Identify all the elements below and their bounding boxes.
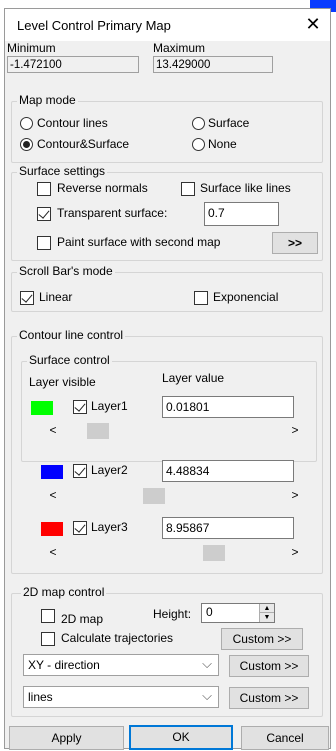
surface-settings-title: Surface settings: [17, 164, 108, 178]
layer1-color-swatch[interactable]: [31, 401, 53, 415]
layer-value-header: Layer value: [162, 371, 225, 385]
height-spinner-buttons[interactable]: ▲ ▼: [259, 604, 274, 622]
transparent-surface-label[interactable]: Transparent surface:: [57, 206, 167, 220]
linear-checkbox[interactable]: [20, 291, 34, 305]
exponencial-checkbox[interactable]: [194, 291, 208, 305]
radio-contour-surface-label[interactable]: Contour&Surface: [37, 137, 129, 151]
radio-contour-lines-label[interactable]: Contour lines: [37, 116, 108, 130]
layer2-scrollbar[interactable]: < >: [31, 487, 307, 505]
paint-second-map-label[interactable]: Paint surface with second map: [57, 235, 220, 249]
type-combo-value[interactable]: lines: [28, 690, 53, 704]
layer1-scrollbar[interactable]: < >: [31, 422, 307, 440]
direction-combo-value[interactable]: XY - direction: [28, 658, 100, 672]
reverse-normals-checkbox[interactable]: [37, 182, 51, 196]
radio-surface-label[interactable]: Surface: [208, 116, 249, 130]
radio-none[interactable]: [192, 138, 205, 151]
surface-control-title: Surface control: [27, 353, 112, 367]
dialog-title: Level Control Primary Map: [17, 18, 171, 33]
layer3-scroll-thumb[interactable]: [203, 545, 225, 561]
layer2-scroll-right-icon[interactable]: >: [289, 488, 301, 502]
layer2-scroll-thumb[interactable]: [143, 488, 165, 504]
layer1-visible-checkbox[interactable]: [73, 400, 87, 414]
reverse-normals-label[interactable]: Reverse normals: [57, 181, 148, 195]
layer3-value-input[interactable]: 8.95867: [162, 517, 294, 539]
surface-like-lines-checkbox[interactable]: [181, 182, 195, 196]
layer1-scroll-left-icon[interactable]: <: [47, 423, 59, 437]
close-icon[interactable]: ✕: [301, 12, 325, 36]
apply-button[interactable]: Apply: [9, 726, 124, 750]
layer2-scroll-left-icon[interactable]: <: [47, 488, 59, 502]
map2d-label[interactable]: 2D map: [61, 612, 103, 626]
title-bar: Level Control Primary Map ✕: [5, 9, 330, 41]
scroll-mode-title: Scroll Bar's mode: [17, 264, 115, 278]
layer3-scroll-left-icon[interactable]: <: [47, 545, 59, 559]
linear-label[interactable]: Linear: [39, 290, 72, 304]
spin-up-icon[interactable]: ▲: [260, 604, 274, 613]
radio-contour-lines[interactable]: [20, 117, 33, 130]
layer-visible-header: Layer visible: [29, 375, 96, 389]
custom-button-2[interactable]: Custom >>: [229, 655, 309, 677]
map2d-checkbox[interactable]: [41, 609, 55, 623]
layer2-visible-checkbox[interactable]: [73, 464, 87, 478]
layer3-visible-checkbox[interactable]: [73, 521, 87, 535]
maximum-label: Maximum: [153, 41, 206, 55]
ok-button[interactable]: OK: [129, 725, 233, 750]
level-control-dialog: Level Control Primary Map ✕ Minimum -1.4…: [4, 8, 331, 750]
maximum-value-field: 13.429000: [153, 56, 273, 73]
spin-down-icon[interactable]: ▼: [260, 613, 274, 622]
direction-combo[interactable]: XY - direction ⌵: [23, 654, 219, 676]
minimum-value-field: -1.472100: [7, 56, 139, 73]
radio-surface[interactable]: [192, 117, 205, 130]
layer3-scroll-right-icon[interactable]: >: [289, 545, 301, 559]
minimum-label: Minimum: [7, 41, 56, 55]
transparency-input[interactable]: 0.7: [204, 202, 279, 226]
map-mode-group: [11, 101, 323, 163]
map-mode-title: Map mode: [17, 93, 78, 107]
transparent-surface-checkbox[interactable]: [37, 207, 51, 221]
custom-button-3[interactable]: Custom >>: [229, 687, 309, 709]
layer2-label[interactable]: Layer2: [91, 463, 128, 477]
calc-trajectories-label[interactable]: Calculate trajectories: [61, 631, 173, 645]
radio-none-label[interactable]: None: [208, 137, 237, 151]
cancel-button[interactable]: Cancel: [241, 726, 329, 750]
layer1-value-input[interactable]: 0.01801: [162, 396, 294, 418]
layer3-scrollbar[interactable]: < >: [31, 544, 307, 562]
layer2-color-swatch[interactable]: [41, 465, 63, 479]
layer3-label[interactable]: Layer3: [91, 520, 128, 534]
chevron-down-icon[interactable]: ⌵: [202, 688, 212, 704]
layer3-color-swatch[interactable]: [41, 522, 63, 536]
contour-control-title: Contour line control: [17, 328, 126, 342]
custom-button-1[interactable]: Custom >>: [221, 628, 303, 650]
type-combo[interactable]: lines ⌵: [23, 686, 219, 708]
height-spinner[interactable]: 0 ▲ ▼: [201, 603, 275, 623]
map2d-title: 2D map control: [21, 585, 107, 599]
chevron-down-icon[interactable]: ⌵: [202, 656, 212, 672]
layer1-scroll-right-icon[interactable]: >: [289, 423, 301, 437]
paint-second-map-checkbox[interactable]: [37, 236, 51, 250]
calc-trajectories-checkbox[interactable]: [41, 632, 55, 646]
surface-like-lines-label[interactable]: Surface like lines: [200, 181, 291, 195]
height-value[interactable]: 0: [206, 605, 213, 619]
radio-contour-surface[interactable]: [20, 138, 33, 151]
layer1-scroll-thumb[interactable]: [87, 423, 109, 439]
layer1-label[interactable]: Layer1: [91, 399, 128, 413]
exponencial-label[interactable]: Exponencial: [213, 290, 278, 304]
layer2-value-input[interactable]: 4.48834: [162, 460, 294, 482]
surface-more-button[interactable]: >>: [272, 232, 318, 254]
height-label: Height:: [153, 607, 192, 621]
